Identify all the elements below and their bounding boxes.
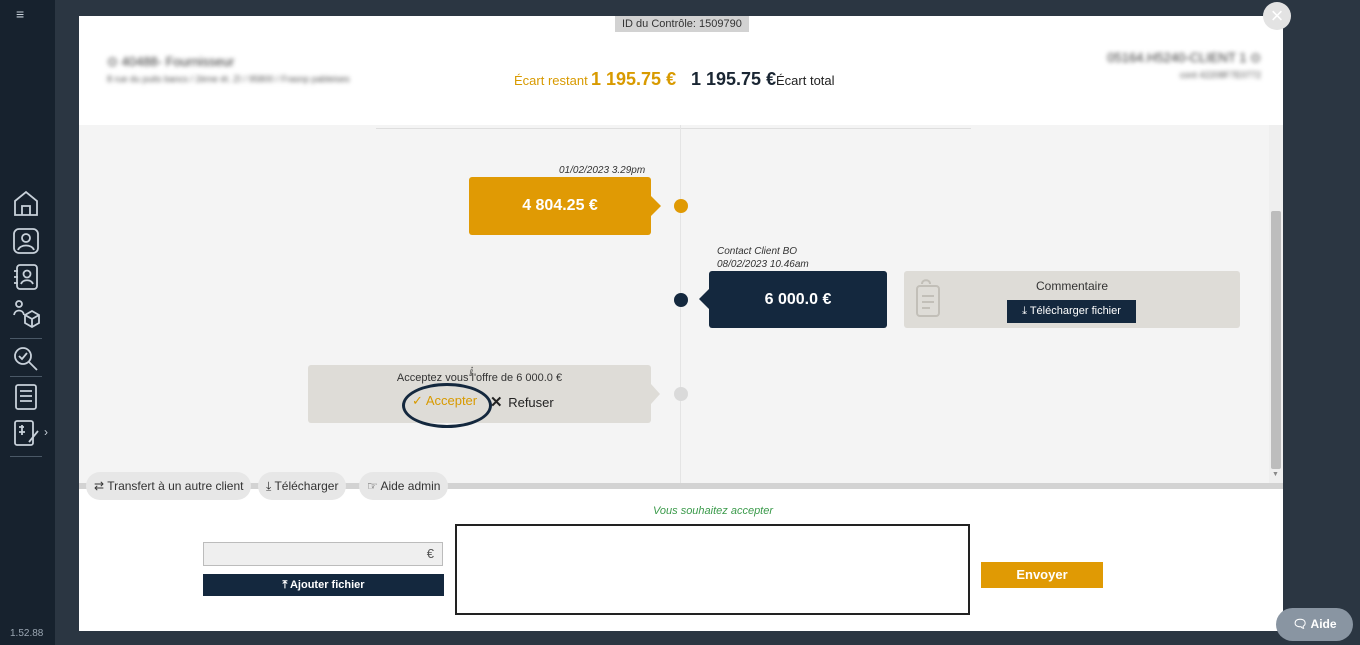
admin-help-button[interactable]: ☞ Aide admin: [359, 472, 449, 500]
help-label: Aide: [1310, 617, 1337, 631]
help-chat-button[interactable]: 🗨 Aide: [1276, 608, 1353, 641]
timeline-dot-navy: [674, 293, 688, 307]
scrollbar-thumb[interactable]: [1271, 211, 1281, 469]
delivery-box-icon[interactable]: [11, 298, 41, 329]
client-name: 05164.H5240-CLIENT 1 ⊙: [1107, 50, 1261, 65]
remaining-gap-label: Écart restant: [514, 73, 588, 88]
sidebar-divider: [10, 376, 42, 377]
app-version: 1.52.88: [10, 628, 44, 639]
message-textarea-frame[interactable]: [455, 524, 970, 615]
search-check-icon[interactable]: [11, 344, 41, 374]
amount-input[interactable]: [204, 543, 416, 565]
send-button[interactable]: Envoyer: [981, 562, 1103, 588]
admin-hand-icon: ☞: [367, 479, 378, 493]
user-icon[interactable]: [11, 226, 41, 256]
sidebar-divider: [10, 456, 42, 457]
amount-input-field[interactable]: €: [203, 542, 443, 566]
event2-timestamp: 08/02/2023 10.46am: [717, 259, 809, 270]
sidebar: ≡ › 1.52.88: [0, 0, 55, 645]
comment-label: Commentaire: [1035, 279, 1109, 293]
download-button[interactable]: ⤓ Télécharger: [258, 472, 347, 500]
event2-author: Contact Client BO: [717, 246, 798, 257]
supplier-name: ⊙ 40488- Fournisseur: [107, 54, 235, 69]
comment-card: Commentaire ⤓ Télécharger fichier: [904, 271, 1240, 328]
supplier-info: ⊙ 40488- Fournisseur 8 rue du puits banc…: [107, 54, 350, 84]
sidebar-divider: [10, 338, 42, 339]
admin-help-label: Aide admin: [380, 479, 441, 493]
chat-bubble-icon: 🗨: [1292, 617, 1308, 631]
refuse-label: Refuser: [508, 395, 554, 410]
contacts-icon[interactable]: [11, 262, 41, 292]
control-id-badge: ID du Contrôle: 1509790: [615, 16, 749, 32]
download-file-button[interactable]: ⤓ Télécharger fichier: [1007, 300, 1136, 323]
timeline-scrollbar[interactable]: ▼: [1269, 125, 1283, 483]
close-dialog-button[interactable]: ×: [1263, 2, 1291, 30]
transfer-label: Transfert à un autre client: [107, 479, 244, 493]
download-icon: ⤓: [266, 479, 272, 493]
close-icon: ×: [1270, 3, 1284, 28]
supplier-address: 8 rue du puits bancs / 2ème ét. ZI / 958…: [107, 74, 350, 84]
client-sub: cont 42208F7E0772: [1179, 70, 1261, 80]
document-list-icon[interactable]: [11, 382, 41, 412]
timeline-top-rule: [376, 128, 971, 129]
total-gap-value: 1 195.75 €: [691, 69, 777, 89]
supplier-amount-card: 4 804.25 €: [469, 177, 661, 235]
timeline-dot-grey: [674, 387, 688, 401]
client-info: 05164.H5240-CLIENT 1 ⊙ cont 42208F7E0772: [1107, 50, 1261, 80]
download-label: Télécharger: [274, 479, 339, 493]
timeline-dot-orange: [674, 199, 688, 213]
download-file-label: Télécharger fichier: [1029, 305, 1121, 317]
download-icon: ⤓: [1022, 305, 1027, 317]
message-textarea[interactable]: [457, 526, 968, 613]
transfer-client-button[interactable]: ⇄ Transfert à un autre client: [86, 472, 252, 500]
swap-icon: ⇄: [94, 479, 105, 493]
remaining-gap-value: 1 195.75 €: [591, 69, 677, 89]
euro-symbol: €: [426, 546, 434, 561]
accept-confirmation-message: Vous souhaitez accepter: [652, 505, 774, 517]
close-x-icon: ✕: [490, 394, 503, 411]
home-icon[interactable]: [11, 188, 41, 218]
accept-highlight-annotation: [402, 383, 492, 428]
invoice-edit-icon[interactable]: [11, 418, 41, 448]
add-file-button[interactable]: ⤒ Ajouter fichier: [203, 574, 444, 596]
scroll-down-icon[interactable]: ▼: [1272, 471, 1279, 478]
chevron-right-icon[interactable]: ›: [44, 425, 48, 439]
upload-icon: ⤒: [282, 579, 288, 591]
control-dialog: ID du Contrôle: 1509790 ⊙ 40488- Fournis…: [79, 16, 1283, 631]
text-cursor-icon: ⅈ: [469, 365, 474, 379]
total-gap-label: Écart total: [776, 73, 835, 88]
refuse-button[interactable]: ✕ Refuser: [490, 393, 554, 411]
add-file-label: Ajouter fichier: [289, 579, 365, 591]
menu-collapse-icon[interactable]: ≡: [16, 6, 24, 22]
offer-prompt: Acceptez vous l'offre de 6 000.0 €: [396, 372, 563, 384]
client-amount-card: 6 000.0 €: [699, 271, 887, 328]
event1-timestamp: 01/02/2023 3.29pm: [559, 165, 646, 176]
